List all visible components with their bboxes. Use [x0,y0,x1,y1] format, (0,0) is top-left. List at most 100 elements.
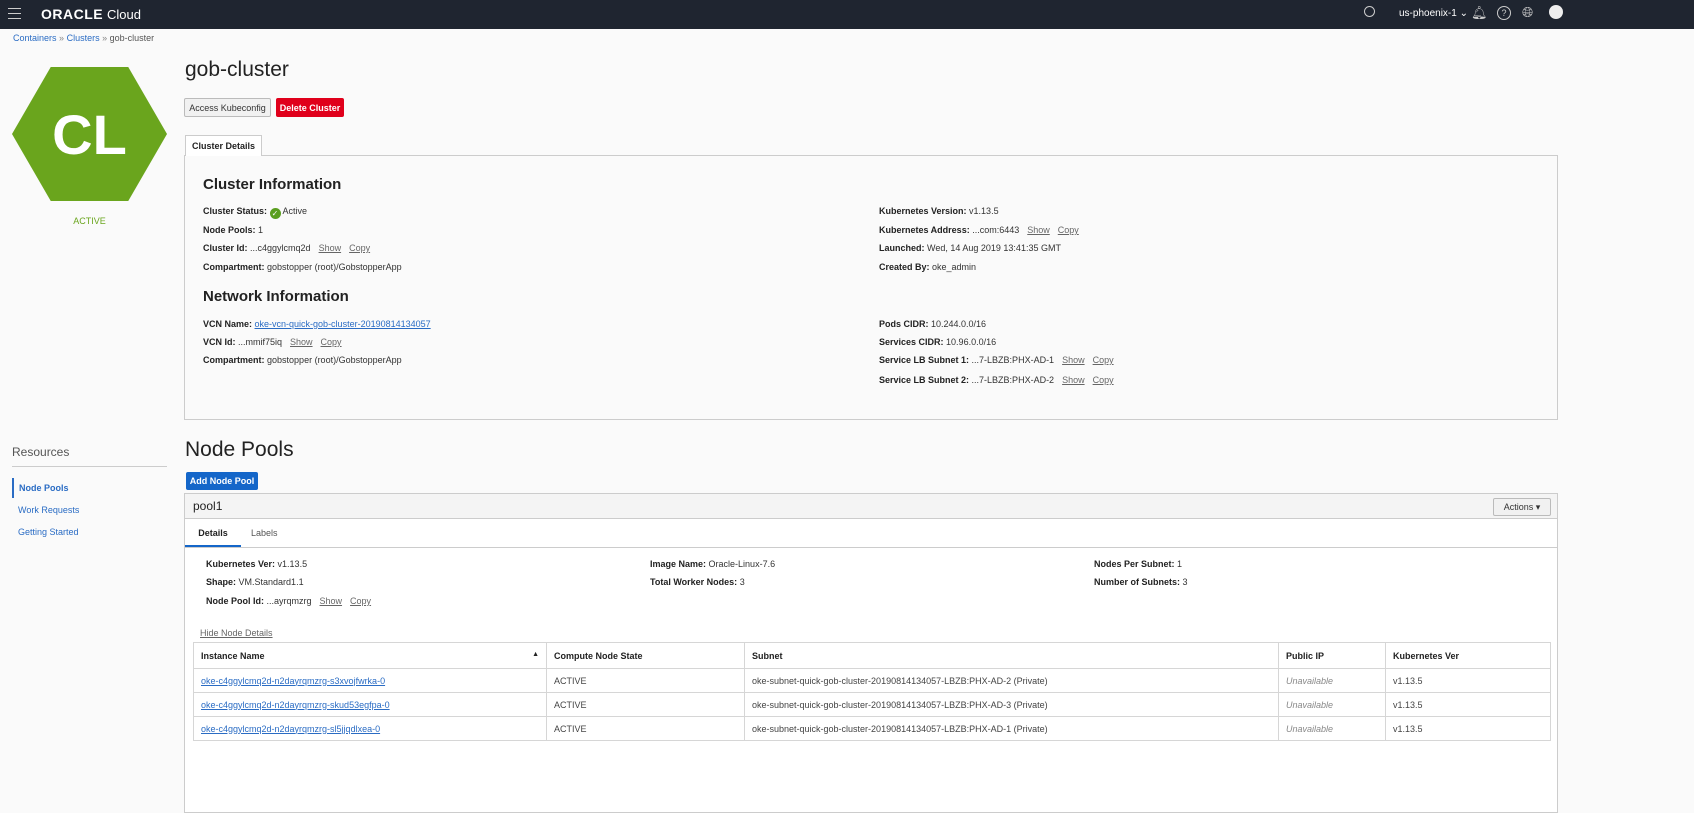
value: VM.Standard1.1 [239,577,304,587]
pods-cidr-row: Pods CIDR: 10.244.0.0/16 [879,319,986,329]
copy-link[interactable]: Copy [1058,225,1079,235]
page-title: gob-cluster [185,58,289,82]
subnet: oke-subnet-quick-gob-cluster-20190814134… [752,676,1048,686]
column-header-subnet[interactable]: Subnet [745,643,1279,669]
resources-nav-work-requests[interactable]: Work Requests [18,505,79,515]
brand-suffix: Cloud [107,7,141,22]
network-compartment-row: Compartment: gobstopper (root)/Gobstoppe… [203,355,402,365]
column-header-instance-name[interactable]: Instance Name ▲ [194,643,547,669]
actions-dropdown[interactable]: Actions ▾ [1493,498,1551,516]
copy-link[interactable]: Copy [321,337,342,347]
value: 10.96.0.0/16 [946,337,996,347]
value: ...mmif75iq [238,337,282,347]
breadcrumb-containers[interactable]: Containers [13,33,57,43]
vcn-name-row: VCN Name: oke-vcn-quick-gob-cluster-2019… [203,319,431,329]
label: Cluster Status: [203,206,267,216]
label: Launched: [879,243,925,253]
copy-link[interactable]: Copy [350,596,371,606]
label: Image Name: [650,559,706,569]
label: VCN Name: [203,319,252,329]
value: ...7-LBZB:PHX-AD-1 [972,355,1055,365]
pool-id-row: Node Pool Id: ...ayrqmzrgShowCopy [206,596,371,606]
pool-name: pool1 [193,499,222,513]
oracle-cloud-logo[interactable]: ORACLE Cloud [41,6,141,22]
kubernetes-address-row: Kubernetes Address: ...com:6443ShowCopy [879,225,1079,235]
pool-header: pool1 Actions ▾ [185,494,1557,519]
hamburger-menu-icon[interactable] [8,8,21,19]
show-link[interactable]: Show [290,337,313,347]
image-name-row: Image Name: Oracle-Linux-7.6 [650,559,775,569]
nodes-table: Instance Name ▲ Compute Node State Subnet… [193,642,1551,741]
column-header-public-ip[interactable]: Public IP [1279,643,1386,669]
add-node-pool-button[interactable]: Add Node Pool [186,472,258,490]
instance-name-link[interactable]: oke-c4ggylcmq2d-n2dayrqmzrg-s3xvojfwrka-… [201,676,385,686]
copy-link[interactable]: Copy [1093,355,1114,365]
cell-compute-node-state: ACTIVE [547,693,745,717]
column-header-kubernetes-ver[interactable]: Kubernetes Ver [1386,643,1551,669]
node-pools-row: Node Pools: 1 [203,225,263,235]
compute-node-state: ACTIVE [554,724,587,734]
label: Node Pools: [203,225,256,235]
vcn-name-link[interactable]: oke-vcn-quick-gob-cluster-20190814134057 [255,319,431,329]
compartment-row: Compartment: gobstopper (root)/Gobstoppe… [203,262,402,272]
tab-cluster-details[interactable]: Cluster Details [185,135,262,156]
show-link[interactable]: Show [1062,375,1085,385]
copy-link[interactable]: Copy [349,243,370,253]
brand: ORACLE [41,6,103,22]
network-information-heading: Network Information [203,288,349,305]
hide-node-details-link[interactable]: Hide Node Details [200,628,273,638]
globe-icon[interactable]: 🌐︎ [1522,4,1533,21]
help-icon[interactable]: ? [1497,6,1511,20]
value: 1 [258,225,263,235]
breadcrumb-clusters[interactable]: Clusters [67,33,100,43]
divider [12,466,167,467]
cell-public-ip: Unavailable [1279,669,1386,693]
user-avatar-icon[interactable] [1549,5,1563,19]
value: v1.13.5 [278,559,308,569]
search-icon[interactable] [1364,6,1375,17]
breadcrumb-current: gob-cluster [110,33,155,43]
label: Kubernetes Address: [879,225,970,235]
nodes-per-subnet-row: Nodes Per Subnet: 1 [1094,559,1182,569]
resources-nav-node-pools[interactable]: Node Pools [12,478,69,498]
public-ip: Unavailable [1286,700,1333,710]
value: gobstopper (root)/GobstopperApp [267,262,402,272]
show-link[interactable]: Show [320,596,343,606]
tab-details[interactable]: Details [185,519,241,547]
value: Wed, 14 Aug 2019 13:41:35 GMT [927,243,1061,253]
resources-nav-getting-started[interactable]: Getting Started [18,527,79,537]
table-header-row: Instance Name ▲ Compute Node State Subnet… [194,643,1551,669]
show-link[interactable]: Show [1027,225,1050,235]
copy-link[interactable]: Copy [1093,375,1114,385]
cluster-hexagon-badge: CL [12,67,167,201]
subnet: oke-subnet-quick-gob-cluster-20190814134… [752,700,1048,710]
chevron-down-icon: ⌄ [1460,8,1468,19]
header-label: Instance Name [201,651,265,661]
label: Service LB Subnet 1: [879,355,969,365]
cluster-id-row: Cluster Id: ...c4ggylcmq2dShowCopy [203,243,370,253]
actions-label: Actions [1504,502,1534,512]
delete-cluster-button[interactable]: Delete Cluster [276,98,344,117]
sort-asc-icon[interactable]: ▲ [532,651,539,658]
node-pool-card: pool1 Actions ▾ Details Labels Kubernete… [184,493,1558,813]
table-row: oke-c4ggylcmq2d-n2dayrqmzrg-s3xvojfwrka-… [194,669,1551,693]
value: ...c4ggylcmq2d [250,243,311,253]
label: Compartment: [203,262,265,272]
node-pools-heading: Node Pools [185,438,294,462]
region-selector[interactable]: us-phoenix-1 ⌄ [1399,8,1468,19]
value: v1.13.5 [969,206,999,216]
value: Oracle-Linux-7.6 [709,559,776,569]
instance-name-link[interactable]: oke-c4ggylcmq2d-n2dayrqmzrg-skud53egfpa-… [201,700,390,710]
instance-name-link[interactable]: oke-c4ggylcmq2d-n2dayrqmzrg-sl5jjqdlxea-… [201,724,380,734]
bell-icon[interactable]: 🔔︎ [1471,5,1488,21]
access-kubeconfig-button[interactable]: Access Kubeconfig [184,98,271,117]
show-link[interactable]: Show [319,243,342,253]
show-link[interactable]: Show [1062,355,1085,365]
tab-labels[interactable]: Labels [251,528,278,538]
label: Shape: [206,577,236,587]
column-header-compute-node-state[interactable]: Compute Node State [547,643,745,669]
cell-subnet: oke-subnet-quick-gob-cluster-20190814134… [745,669,1279,693]
value: ...7-LBZB:PHX-AD-2 [972,375,1055,385]
label: Service LB Subnet 2: [879,375,969,385]
label: Nodes Per Subnet: [1094,559,1175,569]
